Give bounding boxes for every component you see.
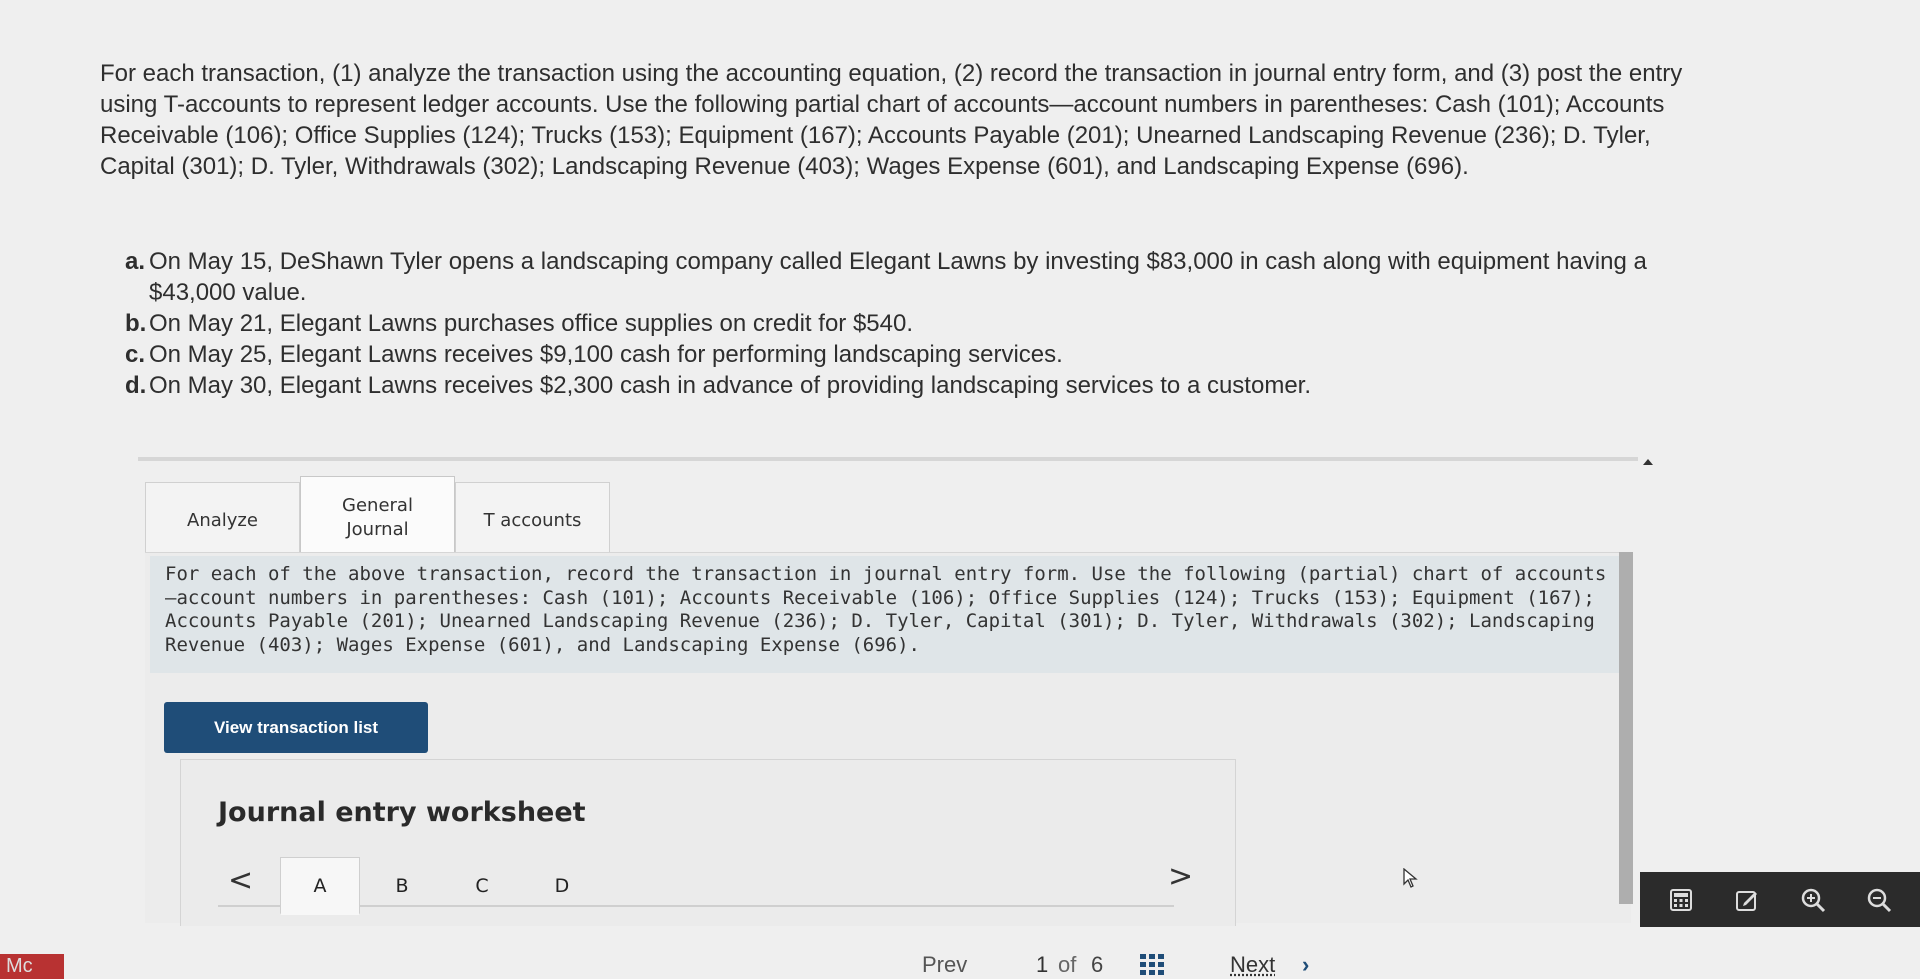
- panel-scrollbar[interactable]: [1619, 552, 1633, 904]
- footer-nav: Mc Prev 1 of 6 Next ›: [0, 952, 1920, 979]
- worksheet-tab-d[interactable]: D: [522, 857, 602, 915]
- transaction-letter: b.: [125, 310, 147, 337]
- page-current: 1: [1036, 952, 1049, 977]
- page-grid-icon[interactable]: [1140, 954, 1164, 976]
- tab-t-accounts[interactable]: T accounts: [455, 482, 610, 558]
- transaction-text: On May 15, DeShawn Tyler opens a landsca…: [149, 248, 1647, 306]
- view-transaction-list-button[interactable]: View transaction list: [164, 702, 428, 753]
- page-of-label: of: [1058, 952, 1077, 977]
- worksheet-tab-b[interactable]: B: [362, 857, 442, 915]
- transaction-letter: c.: [125, 341, 146, 368]
- transaction-letter: d.: [125, 372, 147, 399]
- transaction-text: On May 30, Elegant Lawns receives $2,300…: [149, 372, 1311, 399]
- transaction-b: b. On May 21, Elegant Lawns purchases of…: [125, 308, 1705, 339]
- edit-icon[interactable]: [1731, 884, 1763, 916]
- tab-analyze[interactable]: Analyze: [145, 482, 300, 558]
- worksheet-prev-chevron-icon[interactable]: <: [228, 863, 253, 898]
- zoom-in-icon[interactable]: [1797, 884, 1829, 916]
- transaction-list: a. On May 15, DeShawn Tyler opens a land…: [125, 246, 1705, 401]
- worksheet-title: Journal entry worksheet: [218, 797, 586, 828]
- tools-toolbar: [1640, 872, 1920, 927]
- worksheet-tabs: < A B C D >: [218, 855, 1193, 915]
- zoom-out-icon[interactable]: [1863, 884, 1895, 916]
- problem-intro: For each transaction, (1) analyze the tr…: [100, 58, 1700, 182]
- instructions-text: For each of the above transaction, recor…: [165, 563, 1607, 656]
- mcgraw-hill-logo: Mc: [0, 954, 64, 979]
- worksheet-next-chevron-icon[interactable]: >: [1168, 859, 1193, 894]
- tab-general-journal[interactable]: General Journal: [300, 476, 455, 558]
- scroll-up-arrow-icon[interactable]: [1643, 459, 1653, 465]
- section-divider: [138, 457, 1638, 461]
- transaction-a: a. On May 15, DeShawn Tyler opens a land…: [125, 246, 1705, 308]
- instructions-box: For each of the above transaction, recor…: [150, 556, 1630, 673]
- calculator-icon[interactable]: [1665, 884, 1697, 916]
- transaction-text: On May 25, Elegant Lawns receives $9,100…: [149, 341, 1063, 368]
- next-page-link[interactable]: Next: [1230, 952, 1275, 978]
- transaction-text: On May 21, Elegant Lawns purchases offic…: [149, 310, 914, 337]
- intro-text: For each transaction, (1) analyze the tr…: [100, 60, 1683, 180]
- prev-page-link[interactable]: Prev: [922, 952, 967, 978]
- next-chevron-icon[interactable]: ›: [1302, 952, 1309, 978]
- worksheet-tab-a[interactable]: A: [280, 857, 360, 915]
- transaction-c: c. On May 25, Elegant Lawns receives $9,…: [125, 339, 1705, 370]
- page-total: 6: [1091, 952, 1104, 977]
- transaction-letter: a.: [125, 248, 146, 275]
- worksheet-tab-c[interactable]: C: [442, 857, 522, 915]
- question-tabs: Analyze General Journal T accounts: [145, 476, 610, 558]
- transaction-d: d. On May 30, Elegant Lawns receives $2,…: [125, 370, 1705, 401]
- mouse-pointer-icon: [1403, 868, 1418, 888]
